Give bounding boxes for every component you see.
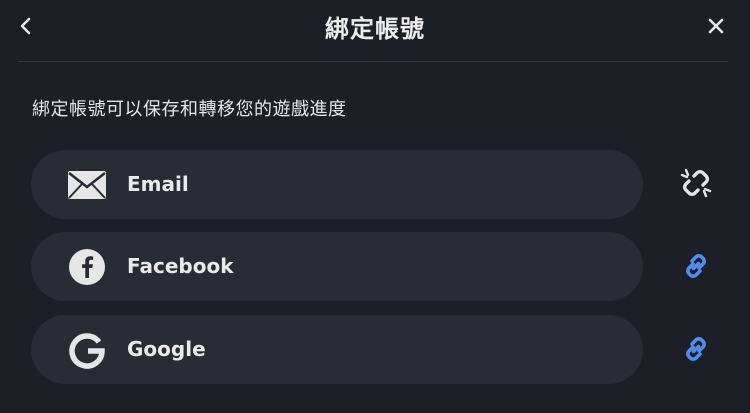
email-icon xyxy=(67,166,107,204)
email-account-row[interactable]: Email xyxy=(31,150,643,219)
facebook-icon xyxy=(67,248,107,286)
email-unlink-button[interactable] xyxy=(676,163,716,203)
link-icon xyxy=(686,254,706,278)
unlink-icon xyxy=(680,168,712,198)
facebook-link-button[interactable] xyxy=(676,246,716,286)
google-link-button[interactable] xyxy=(676,329,716,369)
header: 綁定帳號 xyxy=(0,0,750,62)
google-account-row[interactable]: Google xyxy=(31,315,643,384)
facebook-label: Facebook xyxy=(127,254,234,278)
facebook-account-row[interactable]: Facebook xyxy=(31,232,643,301)
header-divider xyxy=(18,61,728,62)
subtitle: 綁定帳號可以保存和轉移您的遊戲進度 xyxy=(32,99,347,120)
link-icon xyxy=(686,337,706,361)
google-label: Google xyxy=(127,337,206,361)
page-title: 綁定帳號 xyxy=(325,15,425,43)
close-icon xyxy=(708,18,724,34)
google-icon xyxy=(67,331,107,369)
email-label: Email xyxy=(127,172,189,196)
bind-account-screen: 綁定帳號 綁定帳號可以保存和轉移您的遊戲進度 Email Facebook Go… xyxy=(0,0,750,413)
close-button[interactable] xyxy=(696,6,736,46)
